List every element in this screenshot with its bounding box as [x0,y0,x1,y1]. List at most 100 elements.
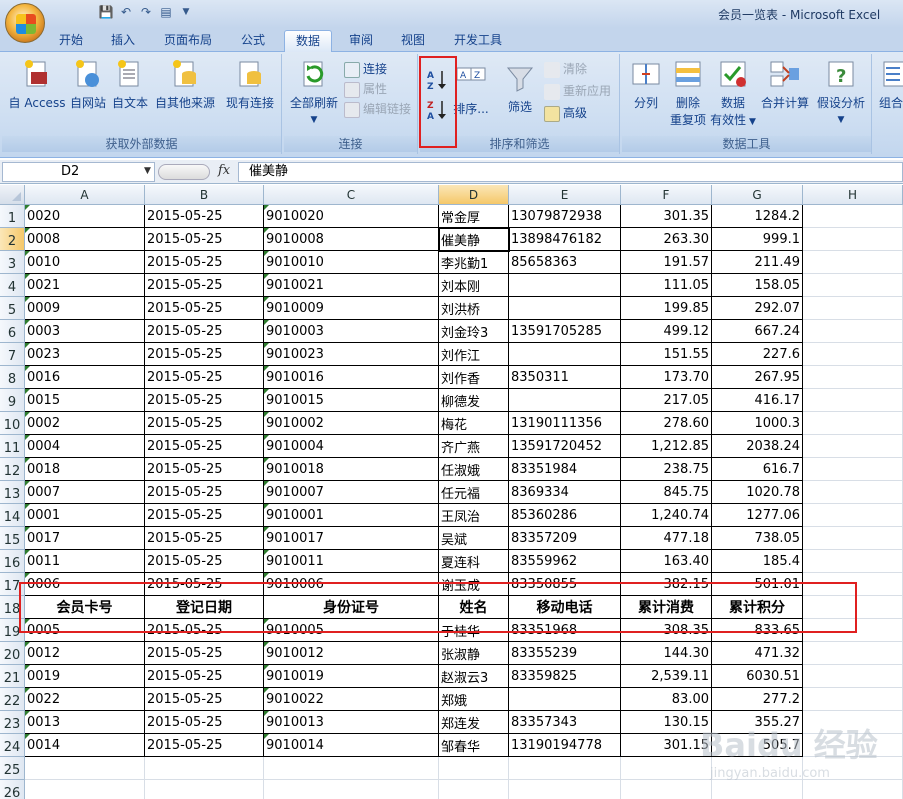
cell-a[interactable] [25,757,145,780]
cell-f[interactable]: 217.05 [621,389,712,412]
select-all-button[interactable] [0,185,25,205]
cell-e[interactable] [509,780,621,799]
properties-button[interactable]: 属性 [344,80,387,98]
cell-g[interactable]: 158.05 [712,274,803,297]
column-header-g[interactable]: G [712,185,803,205]
cell-c[interactable]: 9010007 [264,481,439,504]
cell-f[interactable]: 130.15 [621,711,712,734]
row-header[interactable]: 4 [0,274,25,297]
cell-c[interactable]: 9010021 [264,274,439,297]
cell-e[interactable]: 8369334 [509,481,621,504]
tab-home[interactable]: 开始 [48,30,94,52]
cell-e[interactable]: 83351984 [509,458,621,481]
cell-g[interactable]: 292.07 [712,297,803,320]
row-header[interactable]: 8 [0,366,25,389]
cell-d[interactable]: 吴斌 [439,527,509,550]
consolidate-button[interactable]: 合并计算 [760,58,810,111]
cell-e[interactable]: 13190194778 [509,734,621,757]
cell-f[interactable]: 499.12 [621,320,712,343]
data-validation-button[interactable]: 数据 有效性 ▼ [710,58,756,128]
cell-d[interactable]: 任元福 [439,481,509,504]
redo-icon[interactable]: ↷ [138,4,154,20]
cell-b[interactable]: 2015-05-25 [145,435,264,458]
cell-c[interactable]: 9010010 [264,251,439,274]
cell-h[interactable] [803,665,903,688]
cell-a[interactable]: 0019 [25,665,145,688]
column-header-b[interactable]: B [145,185,264,205]
column-header-f[interactable]: F [621,185,712,205]
cell-g[interactable]: 416.17 [712,389,803,412]
cell-c[interactable]: 9010016 [264,366,439,389]
cell-b[interactable]: 2015-05-25 [145,688,264,711]
cell-f[interactable] [621,780,712,799]
cell-b[interactable]: 2015-05-25 [145,297,264,320]
save-icon[interactable]: 💾 [98,4,114,20]
cell-d[interactable]: 夏连科 [439,550,509,573]
cell-a[interactable]: 0020 [25,205,145,228]
refresh-all-button[interactable]: 全部刷新 ▼ [288,58,340,125]
tab-view[interactable]: 视图 [390,30,436,52]
filter-button[interactable]: 筛选 [500,62,540,115]
row-header[interactable]: 10 [0,412,25,435]
from-web-button[interactable]: 自网站 [66,58,110,111]
text-to-columns-button[interactable]: 分列 [626,58,666,111]
cell-c[interactable]: 9010019 [264,665,439,688]
cell-a[interactable]: 0004 [25,435,145,458]
existing-connections-button[interactable]: 现有连接 [222,58,278,111]
cell-g[interactable]: 1000.3 [712,412,803,435]
cell-a[interactable]: 0013 [25,711,145,734]
cell-f[interactable]: 111.05 [621,274,712,297]
row-header[interactable]: 1 [0,205,25,228]
cell-d[interactable]: 刘洪桥 [439,297,509,320]
cell-a[interactable]: 0021 [25,274,145,297]
cell-f[interactable]: 1,240.74 [621,504,712,527]
cell-a[interactable]: 0010 [25,251,145,274]
cell-c[interactable]: 9010017 [264,527,439,550]
cell-e[interactable]: 83359825 [509,665,621,688]
cell-e[interactable]: 13079872938 [509,205,621,228]
cell-b[interactable]: 2015-05-25 [145,320,264,343]
cell-g[interactable]: 1020.78 [712,481,803,504]
from-text-button[interactable]: 自文本 [108,58,152,111]
cell-b[interactable]: 2015-05-25 [145,642,264,665]
cell-f[interactable]: 1,212.85 [621,435,712,458]
formula-input[interactable]: 催美静 [238,162,903,182]
row-header[interactable]: 26 [0,780,25,799]
column-header-d[interactable]: D [439,185,509,205]
cell-c[interactable] [264,757,439,780]
row-header[interactable]: 9 [0,389,25,412]
cell-e[interactable]: 85658363 [509,251,621,274]
row-header[interactable]: 22 [0,688,25,711]
cell-e[interactable]: 85360286 [509,504,621,527]
cell-d[interactable]: 刘作江 [439,343,509,366]
row-header[interactable]: 3 [0,251,25,274]
from-other-sources-button[interactable]: 自其他来源 [152,58,218,111]
cell-a[interactable]: 0007 [25,481,145,504]
cell-b[interactable]: 2015-05-25 [145,228,264,251]
clear-button[interactable]: 清除 [544,60,587,78]
row-header[interactable]: 24 [0,734,25,757]
cell-c[interactable]: 9010022 [264,688,439,711]
cell-h[interactable] [803,343,903,366]
cell-d[interactable]: 刘作香 [439,366,509,389]
cell-a[interactable]: 0002 [25,412,145,435]
cell-d[interactable]: 常金厚 [439,205,509,228]
undo-icon[interactable]: ↶ [118,4,134,20]
cell-a[interactable]: 0011 [25,550,145,573]
cell-b[interactable]: 2015-05-25 [145,343,264,366]
cell-f[interactable]: 2,539.11 [621,665,712,688]
office-button[interactable] [5,3,45,43]
sort-button[interactable]: AZ 排序... [452,64,490,117]
cell-b[interactable]: 2015-05-25 [145,711,264,734]
cell-e[interactable] [509,757,621,780]
row-header[interactable]: 12 [0,458,25,481]
cell-c[interactable]: 9010001 [264,504,439,527]
cell-f[interactable]: 83.00 [621,688,712,711]
cell-e[interactable] [509,297,621,320]
cell-g[interactable]: 227.6 [712,343,803,366]
cell-a[interactable]: 0003 [25,320,145,343]
cell-h[interactable] [803,527,903,550]
cell-d[interactable] [439,780,509,799]
cell-e[interactable] [509,343,621,366]
cell-h[interactable] [803,320,903,343]
